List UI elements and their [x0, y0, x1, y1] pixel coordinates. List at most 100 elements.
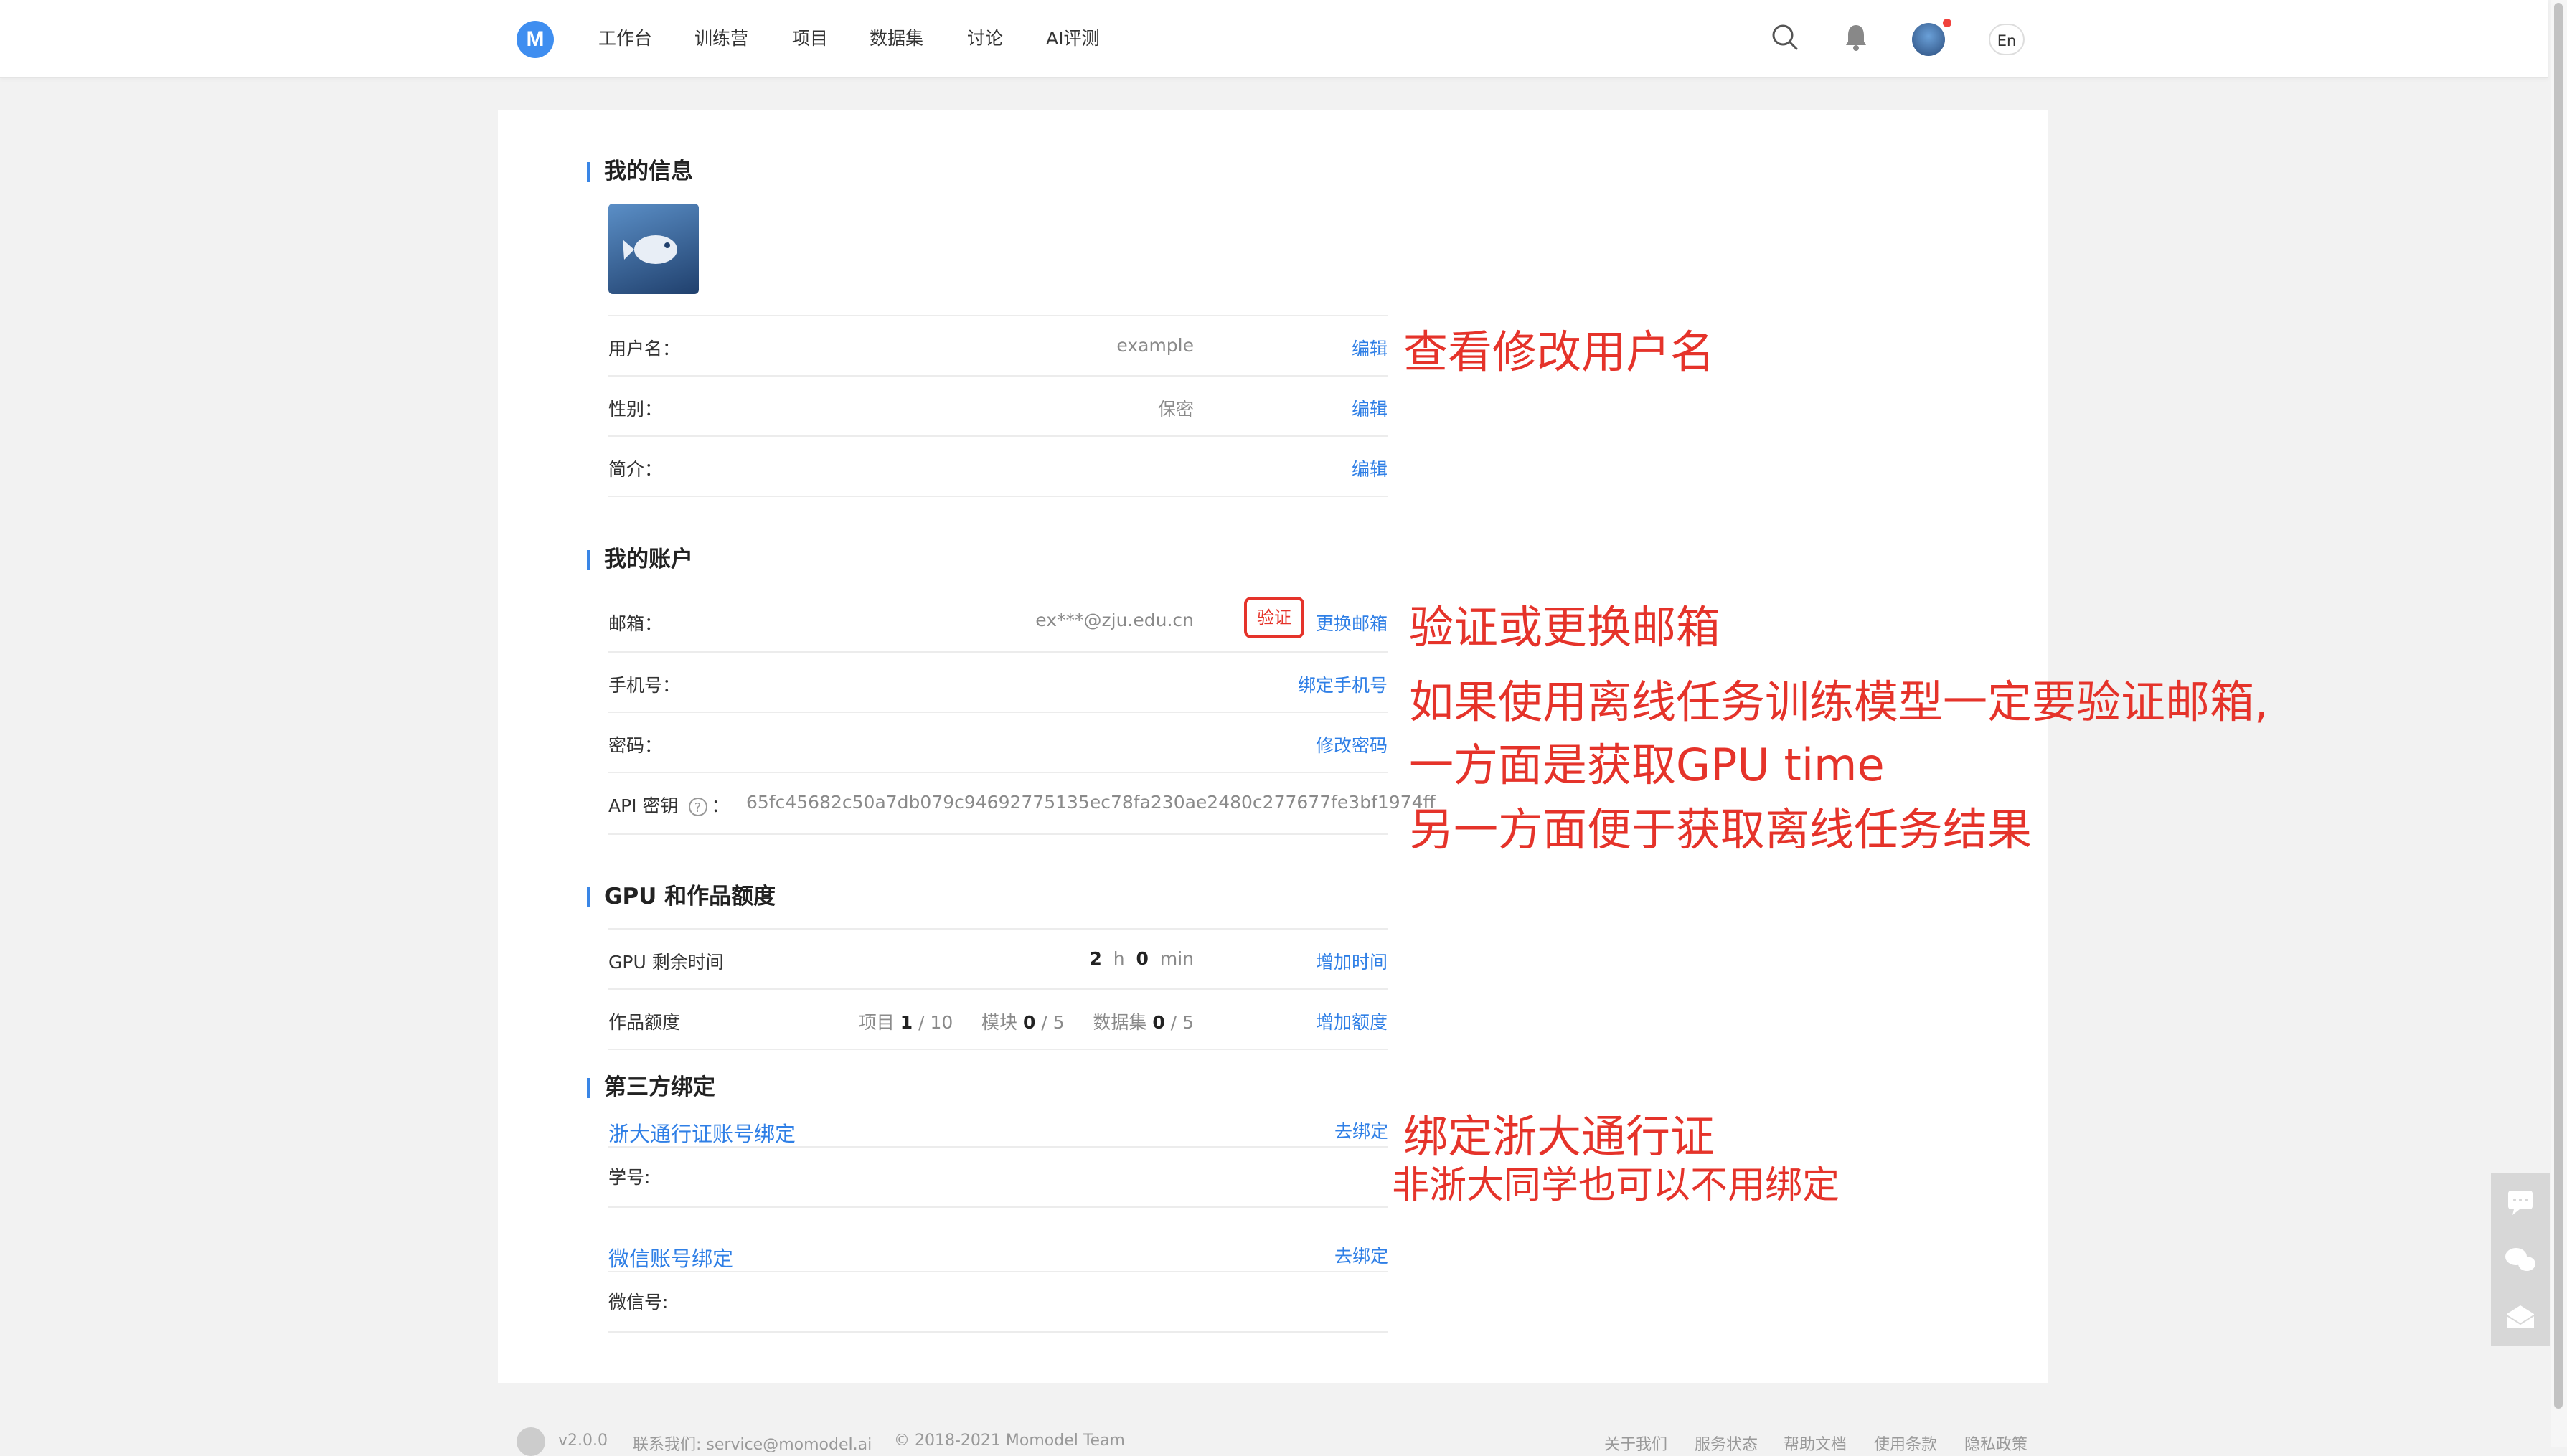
gender-row: 性别： 保密 编辑 — [608, 375, 1388, 437]
wechat-icon — [2505, 1248, 2535, 1271]
annotation-username: 查看修改用户名 — [1403, 326, 1715, 378]
nav-item-projects[interactable]: 项目 — [792, 26, 828, 52]
annotation-offline-2: 一方面是获取GPU time — [1409, 739, 1885, 791]
add-gpu-time-link[interactable]: 增加时间 — [1316, 948, 1388, 974]
footer-link-help[interactable]: 帮助文档 — [1784, 1432, 1847, 1455]
footer-copyright: © 2018-2021 Momodel Team — [894, 1432, 1125, 1450]
api-key-label: API 密钥 — [608, 795, 679, 816]
add-quota-link[interactable]: 增加额度 — [1316, 1008, 1388, 1034]
username-value: example — [1116, 335, 1194, 356]
annotation-email: 验证或更换邮箱 — [1409, 601, 1721, 653]
project-quota-used: 1 — [900, 1012, 913, 1033]
verify-email-button[interactable]: 验证 — [1244, 597, 1304, 638]
dataset-quota-total: / 5 — [1170, 1012, 1194, 1033]
section-title-my-info: 我的信息 — [587, 157, 693, 186]
section-title-quota: GPU 和作品额度 — [587, 882, 776, 911]
notification-dot — [1943, 19, 1951, 27]
gpu-time-value: 2 h 0 min — [1089, 948, 1194, 969]
dataset-quota-label: 数据集 — [1093, 1012, 1147, 1033]
footer-contact[interactable]: 联系我们: service@momodel.ai — [633, 1432, 872, 1455]
divider — [608, 1146, 1388, 1148]
annotation-offline-1: 如果使用离线任务训练模型一定要验证邮箱, — [1409, 676, 2269, 728]
nav-item-datasets[interactable]: 数据集 — [870, 26, 923, 52]
divider — [608, 1271, 1388, 1272]
zju-bind-title[interactable]: 浙大通行证账号绑定 — [608, 1117, 796, 1148]
wechat-bind-title[interactable]: 微信账号绑定 — [608, 1242, 733, 1272]
chat-bubble-icon — [2508, 1191, 2533, 1215]
footer-link-about[interactable]: 关于我们 — [1604, 1432, 1667, 1455]
gpu-minutes-unit: min — [1159, 948, 1194, 969]
divider — [608, 1331, 1388, 1333]
api-key-row: API 密钥?： 65fc45682c50a7db079c94692775135… — [608, 772, 1436, 833]
edit-bio-link[interactable]: 编辑 — [1352, 455, 1388, 481]
username-label: 用户名： — [608, 339, 681, 359]
bell-icon[interactable] — [1844, 23, 1868, 55]
nav-item-training-camp[interactable]: 训练营 — [694, 26, 748, 52]
phone-row: 手机号： 绑定手机号 — [608, 651, 1388, 713]
student-id-label: 学号: — [608, 1167, 651, 1188]
annotation-zju-2: 非浙大同学也可以不用绑定 — [1392, 1164, 1840, 1207]
divider — [608, 496, 1388, 497]
bio-label: 简介： — [608, 459, 663, 480]
nav-item-discussion[interactable]: 讨论 — [967, 26, 1003, 52]
footer-link-status[interactable]: 服务状态 — [1695, 1432, 1758, 1455]
annotation-offline-3: 另一方面便于获取离线任务结果 — [1409, 803, 2033, 856]
footer-link-privacy[interactable]: 隐私政策 — [1964, 1432, 2027, 1455]
dataset-quota-used: 0 — [1152, 1012, 1165, 1033]
gender-label: 性别： — [608, 399, 663, 420]
section-title-my-account: 我的账户 — [587, 545, 693, 574]
divider — [608, 1206, 1388, 1208]
feedback-button[interactable] — [2491, 1173, 2550, 1231]
scrollbar-thumb[interactable] — [2554, 3, 2563, 1409]
gpu-time-label: GPU 剩余时间 — [608, 952, 724, 973]
phone-label: 手机号： — [608, 675, 681, 696]
envelope-icon — [2506, 1305, 2535, 1328]
user-avatar-small[interactable] — [1912, 23, 1945, 56]
divider — [608, 833, 1388, 835]
wechat-bind-link[interactable]: 去绑定 — [1334, 1242, 1388, 1268]
gpu-minutes: 0 — [1136, 948, 1149, 969]
help-icon[interactable]: ? — [688, 798, 707, 816]
momodel-logo[interactable]: M — [517, 21, 554, 58]
gender-value: 保密 — [1157, 399, 1194, 420]
wechat-id-label: 微信号: — [608, 1292, 669, 1313]
gpu-hours: 2 — [1089, 948, 1102, 969]
project-quota-total: / 10 — [918, 1012, 953, 1033]
module-quota-total: / 5 — [1041, 1012, 1065, 1033]
section-title-third-party: 第三方绑定 — [587, 1073, 715, 1102]
bind-phone-link[interactable]: 绑定手机号 — [1298, 671, 1388, 697]
email-contact-button[interactable] — [2491, 1288, 2550, 1346]
top-navbar: M 工作台 训练营 项目 数据集 讨论 AI评测 En — [0, 0, 2548, 78]
email-label: 邮箱： — [608, 613, 663, 634]
language-toggle-button[interactable]: En — [1989, 24, 2025, 55]
api-key-label-group: API 密钥?： — [608, 792, 730, 818]
gpu-time-row: GPU 剩余时间 2 h 0 min 增加时间 — [608, 928, 1388, 990]
module-quota-used: 0 — [1023, 1012, 1036, 1033]
edit-gender-link[interactable]: 编辑 — [1352, 395, 1388, 421]
wechat-button[interactable] — [2491, 1231, 2550, 1288]
fish-avatar-icon — [623, 235, 677, 264]
footer-version: v2.0.0 — [558, 1432, 608, 1450]
api-key-colon: ： — [711, 795, 730, 816]
nav-item-workbench[interactable]: 工作台 — [598, 26, 652, 52]
zju-bind-link[interactable]: 去绑定 — [1334, 1117, 1388, 1143]
edit-username-link[interactable]: 编辑 — [1352, 335, 1388, 361]
password-row: 密码： 修改密码 — [608, 712, 1388, 773]
project-quota-label: 项目 — [858, 1012, 895, 1033]
password-label: 密码： — [608, 735, 663, 756]
works-quota-value: 项目 1 / 10 模块 0 / 5 数据集 0 / 5 — [859, 1008, 1194, 1034]
footer-logo — [517, 1427, 545, 1456]
username-row: 用户名： example 编辑 — [608, 315, 1388, 377]
user-avatar[interactable] — [608, 204, 699, 294]
email-value: ex***@zju.edu.cn — [1035, 610, 1194, 630]
gpu-hours-unit: h — [1113, 948, 1125, 969]
search-icon[interactable] — [1771, 22, 1799, 56]
change-email-link[interactable]: 更换邮箱 — [1316, 610, 1388, 635]
nav-item-ai-eval[interactable]: AI评测 — [1046, 26, 1099, 52]
divider — [608, 1049, 1388, 1050]
module-quota-label: 模块 — [981, 1012, 1018, 1033]
works-quota-label: 作品额度 — [608, 1012, 681, 1033]
change-password-link[interactable]: 修改密码 — [1316, 732, 1388, 757]
api-key-value[interactable]: 65fc45682c50a7db079c94692775135ec78fa230… — [746, 792, 1436, 813]
footer-link-terms[interactable]: 使用条款 — [1874, 1432, 1937, 1455]
